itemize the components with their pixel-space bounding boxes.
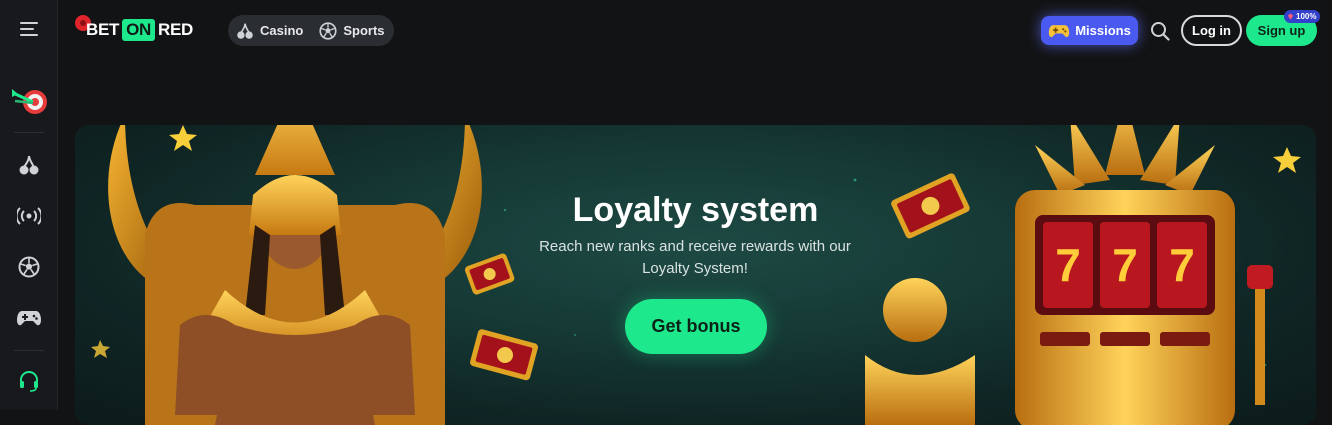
sidebar-item-sports[interactable] xyxy=(0,244,58,290)
logo-bet-text: BET xyxy=(86,20,120,39)
svg-text:7: 7 xyxy=(1169,239,1195,291)
cherry-icon xyxy=(19,155,39,175)
top-header: BET ON RED Casino Sports Missions Log in… xyxy=(58,0,1332,62)
signup-badge-text: 100% xyxy=(1296,12,1317,21)
search-button[interactable] xyxy=(1146,16,1174,46)
missions-label: Missions xyxy=(1075,23,1131,38)
sidebar-item-support[interactable] xyxy=(0,358,58,404)
pharaoh-illustration xyxy=(91,125,482,425)
sidebar xyxy=(0,0,58,410)
nav-casino-label: Casino xyxy=(260,23,304,38)
main-nav: Casino Sports xyxy=(228,15,394,46)
soccer-ball-icon xyxy=(18,256,40,278)
nav-sports-label: Sports xyxy=(343,23,385,38)
get-bonus-button[interactable]: Get bonus xyxy=(625,299,767,354)
gem-icon xyxy=(1287,13,1294,20)
svg-text:7: 7 xyxy=(1112,239,1138,291)
search-icon xyxy=(1151,22,1170,41)
soccer-ball-icon xyxy=(319,21,337,40)
ticket-illustration xyxy=(464,253,515,295)
live-broadcast-icon xyxy=(17,207,41,225)
sidebar-divider xyxy=(14,132,44,133)
cherry-icon xyxy=(237,22,253,39)
gamepad-icon xyxy=(1049,24,1070,37)
login-button[interactable]: Log in xyxy=(1181,15,1242,46)
ticket-illustration xyxy=(470,329,538,381)
gamepad-icon xyxy=(17,311,41,326)
sidebar-item-games[interactable] xyxy=(0,295,58,341)
nav-sports[interactable]: Sports xyxy=(311,15,392,46)
banner-title: Loyalty system xyxy=(572,191,819,229)
nav-casino[interactable]: Casino xyxy=(228,15,311,46)
brand-logo[interactable]: BET ON RED xyxy=(74,12,193,48)
menu-icon xyxy=(20,22,38,36)
logo-red-text: RED xyxy=(158,20,194,39)
slot-machine-illustration: 7 7 7 xyxy=(865,125,1301,425)
sidebar-item-promotions[interactable] xyxy=(0,78,58,124)
headset-support-icon xyxy=(20,371,38,392)
loyalty-banner: 7 7 7 Loyalty system Reach new ranks and… xyxy=(75,125,1316,425)
svg-text:7: 7 xyxy=(1055,239,1081,291)
menu-button[interactable] xyxy=(0,6,58,52)
banner-subtitle: Reach new ranks and receive rewards with… xyxy=(539,238,851,277)
sidebar-item-live[interactable] xyxy=(0,193,58,239)
logo-on-text: ON xyxy=(122,19,156,41)
missions-button[interactable]: Missions xyxy=(1041,16,1138,45)
signup-bonus-badge: 100% xyxy=(1284,10,1321,23)
dart-target-icon xyxy=(12,89,47,114)
sidebar-divider xyxy=(14,350,44,351)
sidebar-item-casino[interactable] xyxy=(0,142,58,188)
